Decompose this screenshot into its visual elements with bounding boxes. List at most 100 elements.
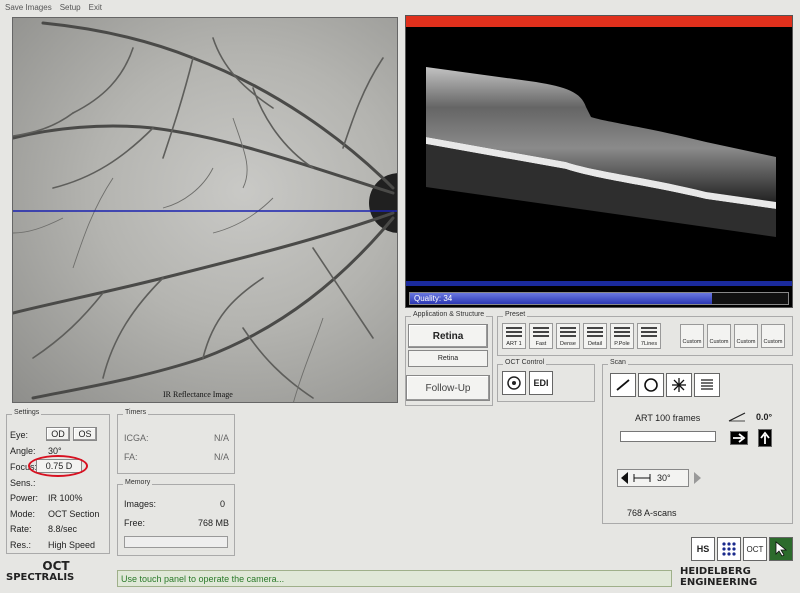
scan-group: Scan ART 100 frames 0.0° 30° 768 A-scans — [602, 359, 793, 524]
eye-tracking-icon — [507, 376, 521, 390]
scan-circle-button[interactable] — [638, 373, 664, 397]
oct-bscan-image — [426, 67, 776, 237]
scan-angle-icon — [728, 412, 746, 422]
preset-custom-4-button[interactable]: Custom — [761, 324, 785, 348]
application-structure-title: Application & Structure — [411, 311, 487, 318]
scan-star-button[interactable] — [666, 373, 692, 397]
retinal-vessels — [13, 21, 397, 402]
memory-title: Memory — [123, 479, 153, 486]
resolution-label: Res.: — [10, 540, 32, 550]
scan-length-control: 30° — [617, 469, 701, 487]
arrow-up-icon — [760, 431, 770, 444]
line-scan-icon — [616, 379, 630, 391]
sensitivity-label: Sens.: — [10, 478, 36, 488]
oct-mode-button[interactable]: OCT — [743, 537, 767, 561]
highlight-oval — [28, 455, 88, 477]
mode-value: OCT Section — [48, 509, 100, 519]
status-message: Use touch panel to operate the camera... — [121, 573, 285, 584]
menu-save-images[interactable]: Save Images — [5, 3, 52, 12]
scan-volume-button[interactable] — [694, 373, 720, 397]
dot-grid-icon — [722, 542, 736, 556]
preset-label: Detail — [587, 341, 603, 347]
fundus-caption: IR Reflectance Image — [163, 390, 233, 399]
preset-label: Fast — [535, 341, 547, 347]
art-frames-label: ART 100 frames — [635, 413, 701, 423]
status-bar: Use touch panel to operate the camera... — [117, 570, 672, 587]
scan-direction-horizontal-button[interactable] — [730, 431, 748, 445]
lines-icon — [614, 327, 630, 339]
free-label: Free: — [124, 518, 146, 528]
menu-setup[interactable]: Setup — [60, 3, 81, 12]
a-scans-label: 768 A-scans — [627, 508, 677, 518]
rate-label: Rate: — [10, 524, 32, 534]
resolution-value: High Speed — [48, 540, 96, 550]
icga-value: N/A — [214, 433, 230, 443]
eye-tracking-button[interactable] — [502, 371, 526, 395]
logo-engineering-text: ENGINEERING — [680, 577, 758, 588]
cursor-arrow-icon — [775, 541, 788, 557]
memory-group: Memory Images: 0 Free: 768 MB — [117, 479, 235, 556]
decrease-arrow-icon[interactable] — [620, 471, 630, 485]
mode-label: Mode: — [10, 509, 36, 519]
preset-fast-button[interactable]: Fast — [529, 323, 553, 349]
art-frames-slider[interactable] — [620, 431, 716, 442]
scan-angle-value: 0.0° — [756, 412, 773, 422]
quality-label: Quality: 34 — [414, 294, 453, 303]
structure-retina-button[interactable]: Retina — [408, 350, 488, 367]
oct-control-group: OCT Control EDI — [497, 359, 595, 402]
scan-line-button[interactable] — [610, 373, 636, 397]
scan-title: Scan — [608, 359, 628, 366]
follow-up-button[interactable]: Follow-Up — [406, 375, 490, 401]
fa-value: N/A — [214, 452, 230, 462]
preset-label: Dense — [560, 341, 576, 347]
preset-label: ART 1 — [506, 341, 522, 347]
preset-custom-2-button[interactable]: Custom — [707, 324, 731, 348]
increase-arrow-icon[interactable] — [692, 471, 702, 485]
edi-button[interactable]: EDI — [529, 371, 553, 395]
timers-title: Timers — [123, 409, 149, 416]
menu-exit[interactable]: Exit — [89, 3, 102, 12]
quality-fill — [410, 293, 713, 304]
preset-group: Preset ART 1 Fast Dense Detail P.Pole 7L… — [497, 311, 793, 356]
menu-bar: Save Images Setup Exit — [0, 0, 800, 14]
lines-icon — [506, 327, 522, 339]
preset-dense-button[interactable]: Dense — [556, 323, 580, 349]
grid-button[interactable] — [717, 537, 741, 561]
power-value: IR 100% — [48, 493, 83, 503]
heidelberg-logo: HEIDELBERG ENGINEERING — [680, 566, 795, 588]
settings-title: Settings — [12, 409, 42, 416]
preset-7lines-button[interactable]: 7Lines — [637, 323, 661, 349]
preset-art1-button[interactable]: ART 1 — [502, 323, 526, 349]
scan-direction-vertical-button[interactable] — [758, 429, 772, 447]
preset-label: 7Lines — [640, 341, 658, 347]
arrow-right-icon — [733, 433, 746, 443]
preset-custom-3-button[interactable]: Custom — [734, 324, 758, 348]
retina-button[interactable]: Retina — [408, 324, 488, 348]
logo-heidelberg-text: HEIDELBERG — [680, 566, 751, 577]
lines-icon — [641, 327, 657, 339]
preset-title: Preset — [503, 311, 528, 318]
hs-button[interactable]: HS — [691, 537, 715, 561]
eye-od-button[interactable]: OD — [46, 427, 70, 441]
angle-label: Angle: — [10, 446, 36, 456]
scan-width-icon — [633, 474, 651, 482]
spectralis-logo: OCT SPECTRALIS — [6, 560, 106, 584]
eye-label: Eye: — [10, 430, 29, 440]
oct-bscan-panel[interactable]: Quality: 34 — [405, 15, 793, 308]
preset-label: P.Pole — [614, 341, 630, 347]
cursor-button[interactable] — [769, 537, 793, 561]
lines-icon — [587, 327, 603, 339]
eye-os-button[interactable]: OS — [73, 427, 97, 441]
fundus-image[interactable]: IR Reflectance Image — [12, 17, 398, 403]
logo-spectralis-text: SPECTRALIS — [6, 572, 75, 583]
circle-scan-icon — [644, 378, 658, 392]
images-label: Images: — [124, 499, 157, 509]
preset-ppole-button[interactable]: P.Pole — [610, 323, 634, 349]
lines-icon — [560, 327, 576, 339]
volume-scan-icon — [701, 379, 713, 390]
oct-control-title: OCT Control — [503, 359, 547, 366]
logo-oct-text: OCT — [42, 559, 70, 573]
images-value: 0 — [220, 499, 226, 509]
preset-custom-1-button[interactable]: Custom — [680, 324, 704, 348]
preset-detail-button[interactable]: Detail — [583, 323, 607, 349]
